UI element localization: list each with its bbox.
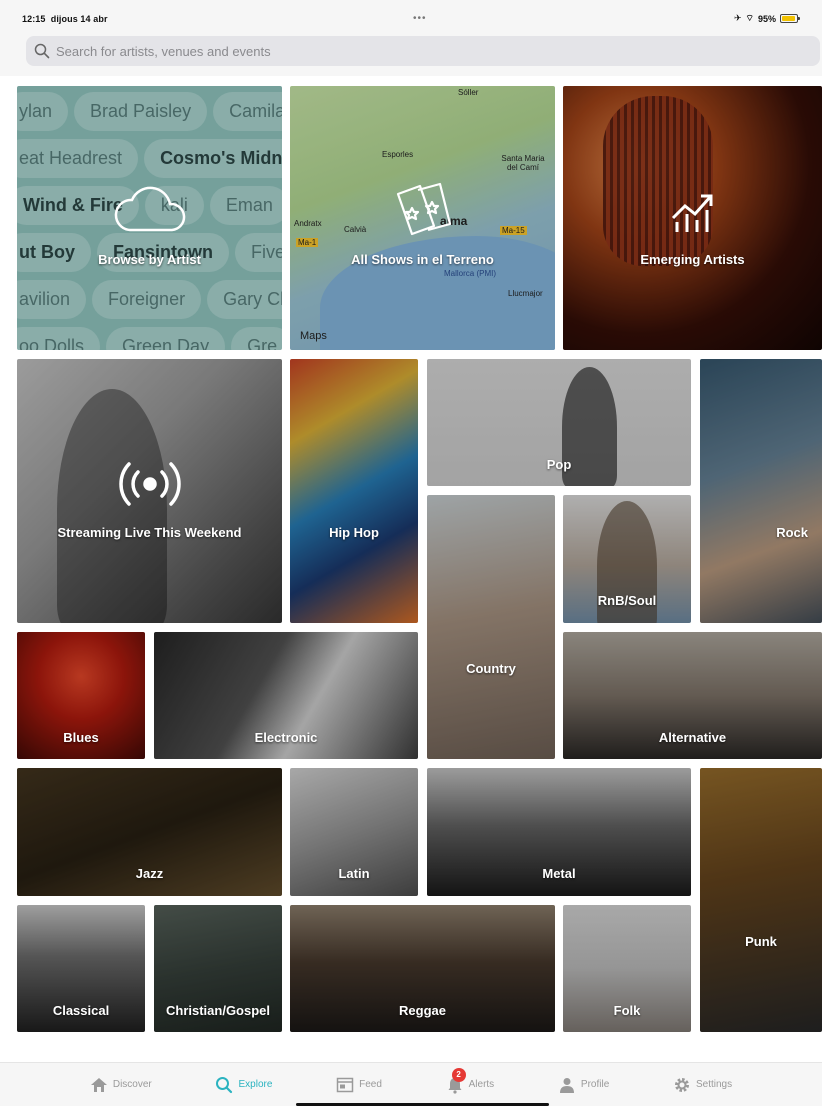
search-input[interactable]	[56, 43, 756, 59]
tile-shade	[700, 359, 822, 623]
tile-label: Reggae	[399, 1003, 446, 1018]
tile-blues[interactable]: Blues	[17, 632, 145, 759]
tab-label: Explore	[238, 1079, 273, 1090]
tickets-icon	[396, 182, 451, 236]
tab-label: Profile	[580, 1079, 610, 1090]
search-icon	[34, 43, 50, 59]
tab-bar: Discover Explore Feed 2 Alerts Profile S…	[0, 1062, 822, 1106]
tile-label: Christian/Gospel	[165, 1003, 271, 1018]
tile-label: Metal	[542, 866, 576, 881]
tile-latin[interactable]: Latin	[290, 768, 418, 896]
battery-icon	[780, 14, 800, 23]
tab-label: Alerts	[468, 1079, 495, 1090]
home-icon	[90, 1077, 107, 1092]
trending-up-icon	[671, 194, 712, 232]
tab-settings[interactable]: Settings	[673, 1076, 732, 1094]
feed-icon	[336, 1077, 354, 1092]
tab-feed[interactable]: Feed	[336, 1076, 382, 1094]
tile-label: Streaming Live This Weekend	[57, 525, 242, 540]
tile-hip-hop[interactable]: Hip Hop	[290, 359, 418, 623]
tab-explore[interactable]: Explore	[215, 1076, 272, 1094]
alerts-badge: 2	[451, 1067, 466, 1082]
person-icon	[559, 1077, 574, 1093]
tile-folk[interactable]: Folk	[563, 905, 691, 1032]
tile-jazz[interactable]: Jazz	[17, 768, 282, 896]
battery-percent: 95%	[757, 13, 776, 24]
gear-icon	[674, 1077, 689, 1092]
tab-profile[interactable]: Profile	[558, 1076, 609, 1094]
tile-pop[interactable]: Pop	[427, 359, 691, 486]
tile-label: Emerging Artists	[640, 252, 745, 267]
tab-label: Settings	[695, 1079, 733, 1090]
tile-label: RnB/Soul	[597, 593, 657, 608]
tile-label: Punk	[745, 934, 777, 949]
tab-label: Discover	[112, 1079, 152, 1090]
tile-label: Jazz	[135, 866, 164, 881]
tile-label: Hip Hop	[329, 525, 379, 540]
tile-shade	[700, 768, 822, 1032]
search-icon	[216, 1076, 233, 1093]
tile-alternative[interactable]: Alternative	[563, 632, 822, 759]
tile-label: Folk	[613, 1003, 641, 1018]
status-bar: 12:15 dijous 14 abr ••• ✈ ⌔ 95%	[0, 0, 822, 30]
tab-label: Feed	[359, 1079, 382, 1090]
tile-shade	[427, 495, 555, 759]
tile-shade	[290, 359, 418, 623]
tile-label: Pop	[546, 457, 572, 472]
tile-christian-gospel[interactable]: Christian/Gospel	[154, 905, 282, 1032]
status-time: 12:15 dijous 14 abr	[22, 14, 108, 24]
tile-label: Classical	[52, 1003, 110, 1018]
tile-label: Electronic	[254, 730, 318, 745]
tile-label: Rock	[776, 525, 808, 540]
tile-rock[interactable]: Rock	[700, 359, 822, 623]
status-indicators: ✈ ⌔ 95%	[733, 13, 800, 24]
tile-label: Latin	[338, 866, 370, 881]
wifi-icon: ⌔	[745, 13, 754, 23]
tile-electronic[interactable]: Electronic	[154, 632, 418, 759]
tile-country[interactable]: Country	[427, 495, 555, 759]
cloud-icon	[114, 186, 185, 232]
tile-metal[interactable]: Metal	[427, 768, 691, 896]
tile-rnb-soul[interactable]: RnB/Soul	[563, 495, 691, 623]
tile-label: Browse by Artist	[98, 252, 201, 267]
tab-alerts[interactable]: 2 Alerts	[446, 1067, 495, 1094]
tile-label: All Shows in el Terreno	[351, 252, 494, 267]
tile-reggae[interactable]: Reggae	[290, 905, 555, 1032]
tile-all-shows[interactable]: Sóller Esporles Santa Maria del Camí And…	[290, 86, 555, 350]
tile-label: Country	[466, 661, 516, 676]
tile-classical[interactable]: Classical	[17, 905, 145, 1032]
airplane-icon: ✈	[733, 13, 742, 23]
tile-label: Alternative	[658, 730, 727, 745]
broadcast-icon	[118, 462, 181, 506]
search-bar[interactable]	[26, 36, 820, 66]
tile-punk[interactable]: Punk	[700, 768, 822, 1032]
tile-label: Blues	[63, 730, 99, 745]
multitasking-dots[interactable]: •••	[413, 13, 427, 24]
tile-browse-by-artist[interactable]: ylan Brad Paisley Camila eat Headrest Co…	[17, 86, 282, 350]
tab-discover[interactable]: Discover	[90, 1076, 152, 1094]
tile-streaming-live[interactable]: Streaming Live This Weekend	[17, 359, 282, 623]
tile-emerging-artists[interactable]: Emerging Artists	[563, 86, 822, 350]
search-area	[0, 30, 822, 76]
